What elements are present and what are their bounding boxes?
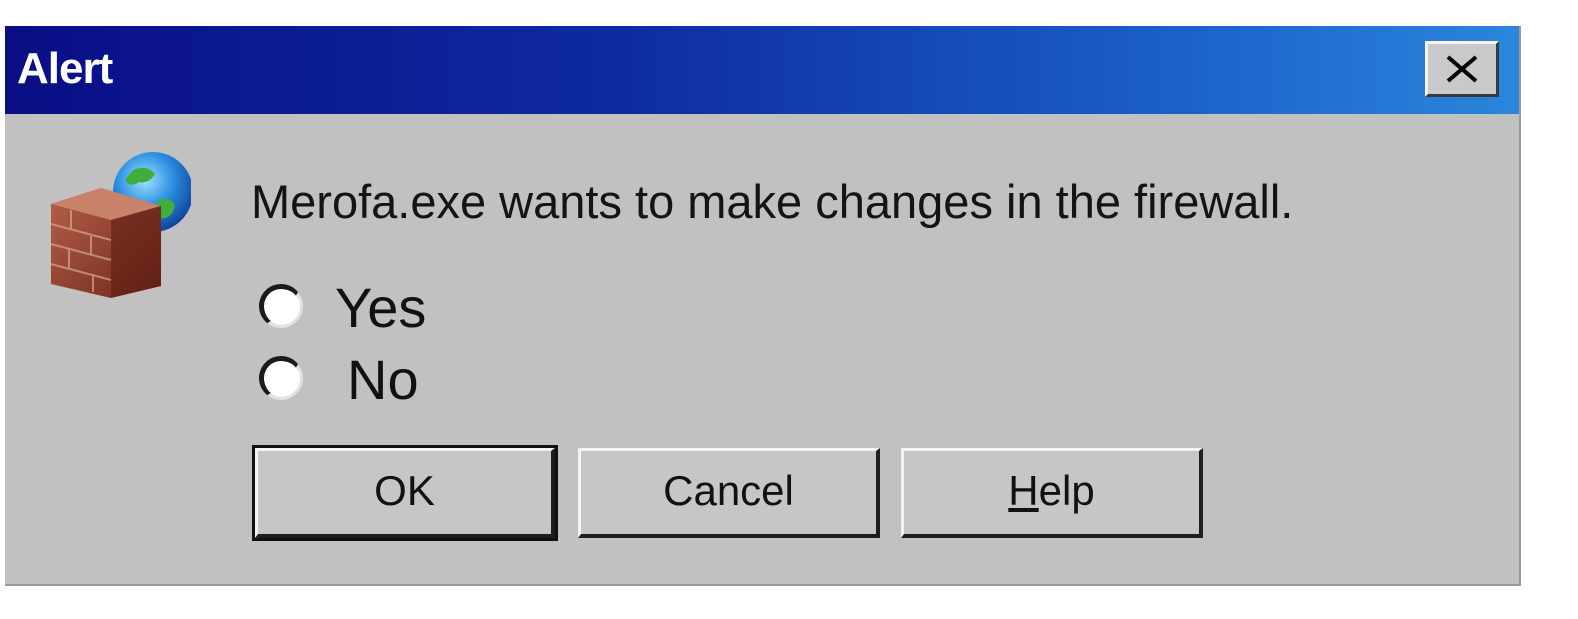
help-label-rest: elp xyxy=(1038,467,1095,514)
radio-button[interactable] xyxy=(259,284,303,328)
radio-label: No xyxy=(347,348,419,411)
ok-button[interactable]: OK xyxy=(252,445,558,541)
cancel-button[interactable]: Cancel xyxy=(578,448,880,538)
radio-button[interactable] xyxy=(259,356,303,400)
close-icon xyxy=(1446,55,1478,83)
radio-label: Yes xyxy=(335,276,427,339)
close-button[interactable] xyxy=(1425,41,1499,97)
help-mnemonic: H xyxy=(1008,467,1039,514)
window-title: Alert xyxy=(17,44,113,93)
firewall-globe-icon xyxy=(41,148,193,300)
alert-message: Merofa.exe wants to make changes in the … xyxy=(251,175,1294,228)
help-button[interactable]: Help xyxy=(901,448,1203,538)
title-bar[interactable]: Alert xyxy=(5,26,1519,114)
alert-dialog: Alert Merofa.exe wants to make changes i… xyxy=(5,26,1521,586)
